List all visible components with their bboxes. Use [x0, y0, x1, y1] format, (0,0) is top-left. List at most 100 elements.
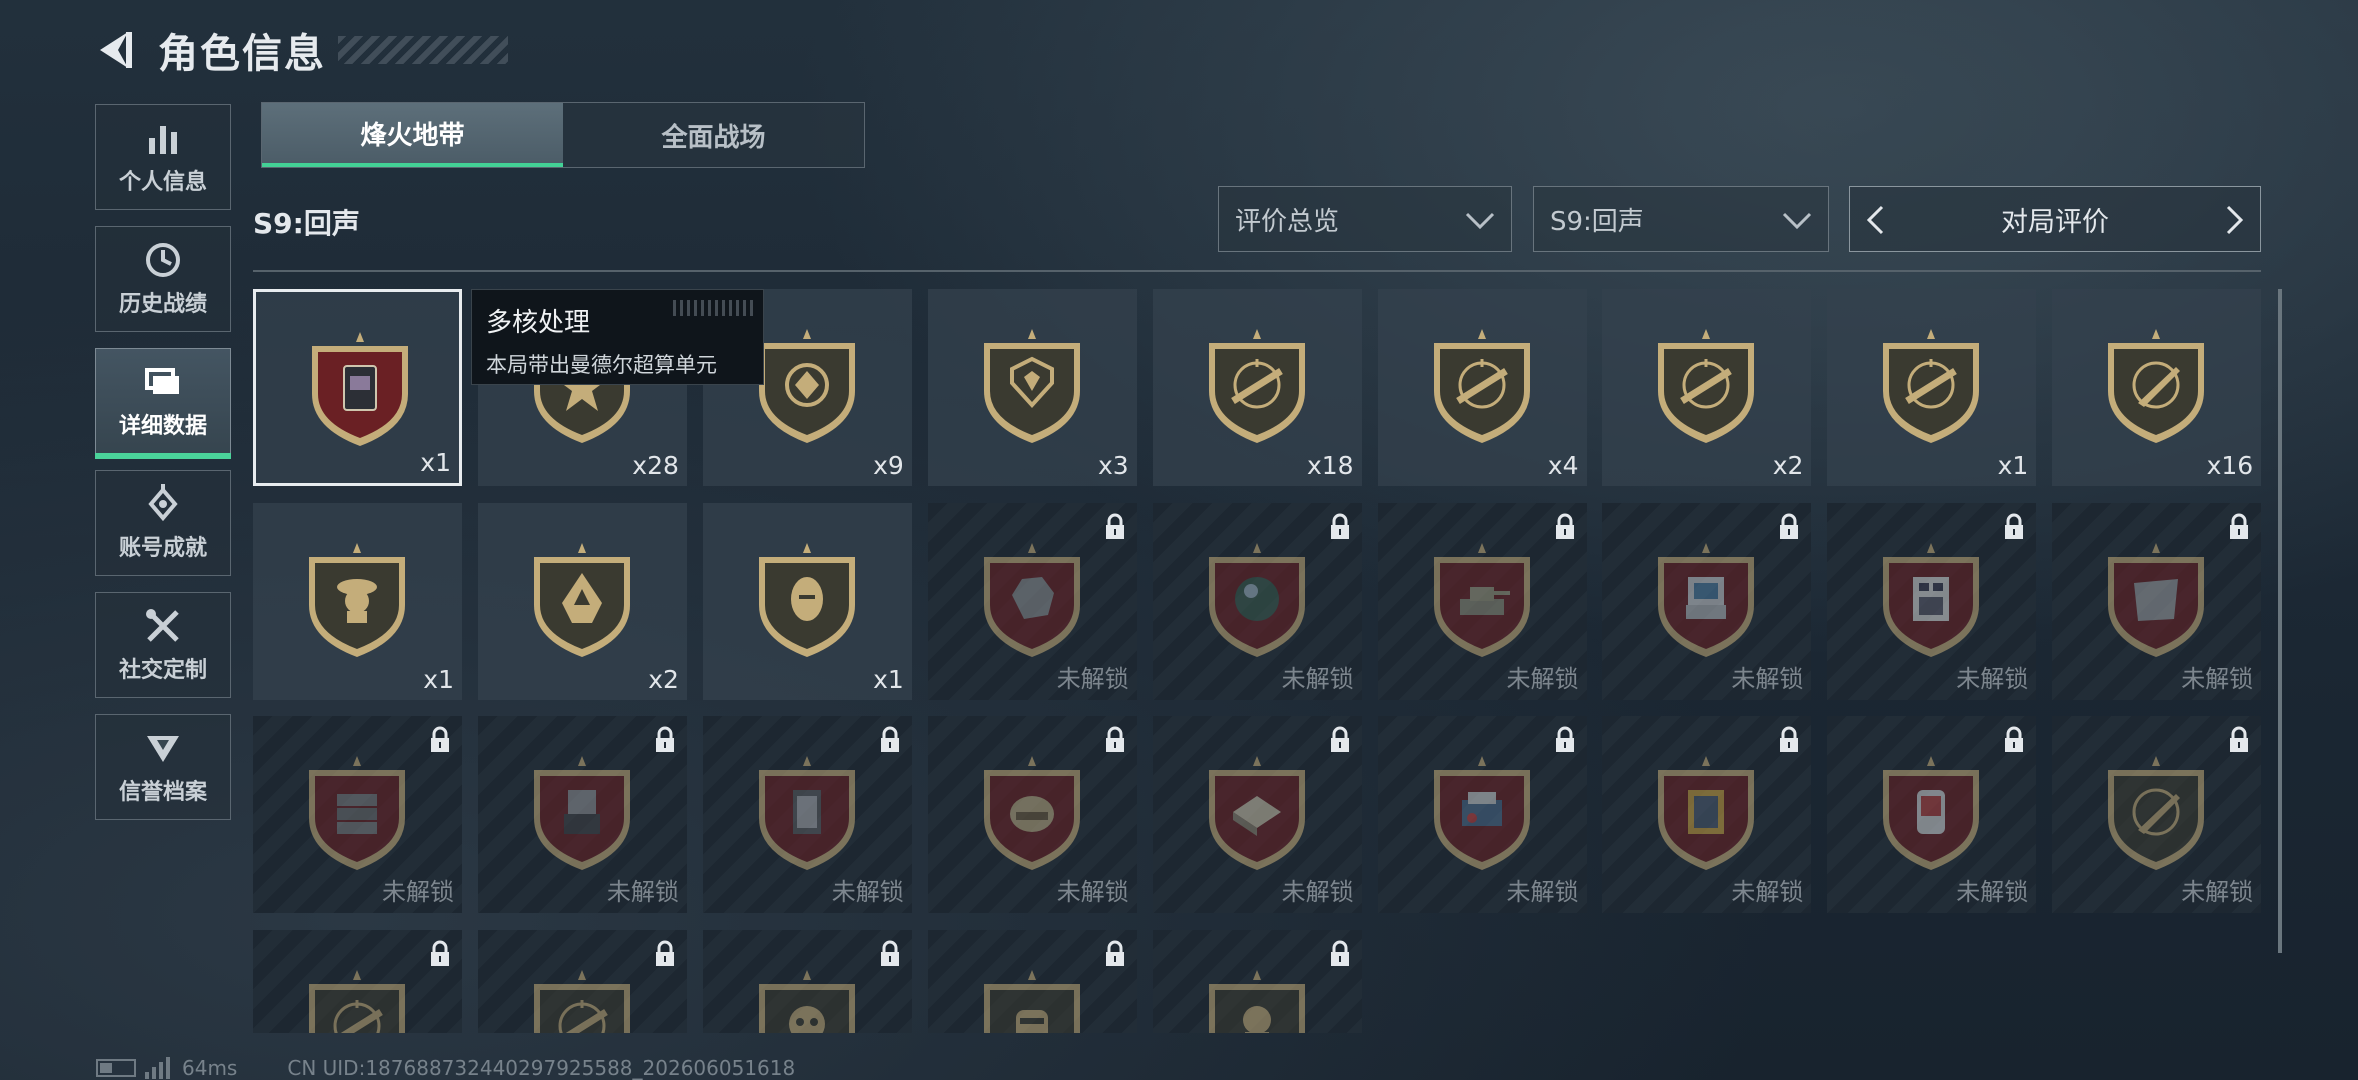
badge-cell[interactable]: x1 — [1827, 289, 2037, 486]
helmet-badge-icon — [978, 756, 1086, 872]
sidebar-item-achievement[interactable]: 账号成就 — [95, 470, 231, 576]
scrollbar[interactable] — [2278, 289, 2282, 953]
sidebar-item-label: 详细数据 — [118, 414, 207, 439]
rifle-badge-icon — [1203, 329, 1311, 445]
badge-cell[interactable] — [702, 929, 912, 1033]
locked-label: 未解锁 — [606, 878, 679, 907]
lock-icon — [428, 726, 452, 754]
badge-cell[interactable] — [927, 929, 1137, 1033]
badge-cell[interactable]: 未解锁 — [2052, 502, 2261, 700]
ping-value: 64ms — [182, 1056, 238, 1080]
lock-icon — [2002, 726, 2026, 754]
badge-cell[interactable]: 未解锁 — [1377, 502, 1587, 700]
badge-count: x1 — [423, 664, 454, 694]
badge-cell[interactable]: 未解锁 — [927, 502, 1137, 700]
frame-badge-icon — [1652, 756, 1760, 872]
capsule-badge-icon — [1877, 756, 1985, 872]
rifle-badge-icon — [1652, 329, 1760, 445]
badge-cell[interactable]: x18 — [1152, 289, 1362, 486]
badge-count: x1 — [1997, 451, 2029, 480]
locked-label: 未解锁 — [1731, 664, 1804, 693]
badge-cell[interactable]: x4 — [1377, 289, 1587, 486]
lock-icon — [653, 940, 677, 968]
server-badge-icon — [528, 756, 636, 872]
badge-cell[interactable]: x2 — [477, 502, 687, 700]
divider — [253, 270, 2261, 272]
lock-icon — [1777, 513, 1801, 541]
season-label: S9:回声 — [253, 207, 360, 240]
badge-cell[interactable]: x1 — [253, 502, 462, 700]
sidebar-item-label: 社交定制 — [118, 658, 207, 683]
knife-badge-icon — [2102, 329, 2210, 445]
pager-label: 对局评价 — [2001, 206, 2109, 238]
badge-cell[interactable]: 未解锁 — [702, 716, 912, 914]
back-arrow-icon[interactable] — [96, 28, 136, 72]
badge-cell[interactable]: 未解锁 — [1827, 502, 2037, 700]
bar-chart-icon — [143, 118, 183, 158]
sidebar-item-label: 历史战绩 — [118, 292, 207, 317]
badge-count: x2 — [1772, 451, 1804, 480]
sidebar-item-personal-info[interactable]: 个人信息 — [95, 104, 231, 210]
locked-label: 未解锁 — [1281, 664, 1354, 693]
soldier-badge-icon — [303, 542, 411, 659]
locked-label: 未解锁 — [2181, 878, 2254, 907]
badge-cell[interactable] — [477, 929, 687, 1033]
orb-badge-icon — [1203, 542, 1311, 659]
locked-label: 未解锁 — [1731, 878, 1804, 907]
badge-count: x2 — [648, 664, 679, 694]
sidebar-item-label: 信誉档案 — [118, 780, 207, 805]
badge-cell[interactable]: 未解锁 — [1152, 502, 1362, 700]
achievement-icon — [143, 484, 183, 524]
badge-cell[interactable]: 未解锁 — [477, 716, 687, 914]
badge-count: x28 — [632, 451, 679, 480]
sidebar-item-detail-data[interactable]: 详细数据 — [95, 348, 231, 459]
lock-icon — [878, 726, 902, 754]
battery-icon — [96, 1059, 136, 1077]
sidebar-item-social[interactable]: 社交定制 — [95, 592, 231, 698]
badge-cell[interactable]: 未解锁 — [2052, 716, 2261, 914]
badge-cell[interactable]: 未解锁 — [253, 716, 462, 914]
status-footer: 64ms CN UID:18768873244029792558​8_20260… — [96, 1054, 795, 1080]
rifle-badge-icon — [303, 969, 411, 1033]
computer-badge-icon — [306, 332, 414, 448]
badge-cell[interactable]: 未解锁 — [1602, 716, 1812, 914]
cards-icon — [143, 362, 183, 402]
mask-badge-icon — [978, 969, 1086, 1033]
badge-grid: x1 x28 x9 x3 x18 x4 x2 x1 x16 x1 x2 x1 未解锁 未解锁 未解锁 未解锁未… — [253, 289, 2261, 1033]
tab-full-battlefield[interactable]: 全面战场 — [563, 103, 864, 167]
lock-icon — [428, 940, 452, 968]
sidebar-item-label: 个人信息 — [118, 170, 207, 195]
mode-tabs: 烽火地带 全面战场 — [261, 102, 865, 168]
badge-count: x1 — [873, 664, 904, 694]
badge-count: x4 — [1547, 451, 1579, 480]
badge-cell[interactable] — [253, 929, 462, 1033]
lock-icon — [1103, 726, 1127, 754]
next-arrow-icon[interactable] — [2222, 204, 2246, 236]
badge-cell[interactable]: x1 — [253, 289, 462, 486]
reputation-icon — [143, 728, 183, 768]
chevron-down-icon — [1782, 212, 1812, 230]
season-dropdown[interactable]: S9:回声 — [1533, 186, 1829, 252]
sidebar-item-label: 账号成就 — [118, 536, 207, 561]
lock-icon — [1777, 726, 1801, 754]
tab-fire-zone[interactable]: 烽火地带 — [262, 103, 563, 167]
rifle-badge-icon — [528, 969, 636, 1033]
prev-arrow-icon[interactable] — [1864, 204, 1888, 236]
badge-cell[interactable]: 未解锁 — [1377, 716, 1587, 914]
badge-cell[interactable]: 未解锁 — [1152, 716, 1362, 914]
badge-cell[interactable]: x16 — [2052, 289, 2261, 486]
sidebar-item-reputation[interactable]: 信誉档案 — [95, 714, 231, 820]
badge-cell[interactable]: x1 — [702, 502, 912, 700]
signal-icon — [145, 1057, 170, 1079]
hood-badge-icon — [528, 542, 636, 659]
badge-cell[interactable] — [1152, 929, 1362, 1033]
locked-label: 未解锁 — [2181, 664, 2254, 693]
badge-cell[interactable]: x2 — [1602, 289, 1812, 486]
badge-cell[interactable]: 未解锁 — [927, 716, 1137, 914]
badge-cell[interactable]: 未解锁 — [1827, 716, 2037, 914]
device-badge-icon — [1428, 756, 1536, 872]
badge-cell[interactable]: 未解锁 — [1602, 502, 1812, 700]
badge-cell[interactable]: x3 — [927, 289, 1137, 486]
sidebar-item-history[interactable]: 历史战绩 — [95, 226, 231, 332]
overview-dropdown[interactable]: 评价总览 — [1218, 186, 1512, 252]
